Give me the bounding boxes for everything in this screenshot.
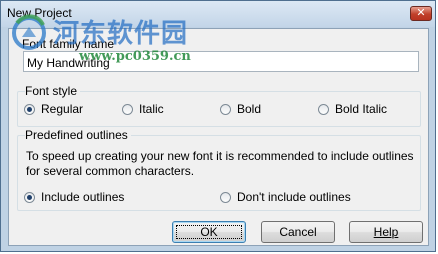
close-button[interactable]: ✕ bbox=[410, 6, 432, 21]
radio-bold-label: Bold bbox=[237, 102, 262, 116]
radio-italic[interactable]: Italic bbox=[122, 102, 164, 116]
ok-button[interactable]: OK bbox=[172, 221, 246, 243]
radio-regular-indicator[interactable] bbox=[24, 103, 35, 115]
cancel-button-label: Cancel bbox=[279, 225, 317, 239]
radio-bold[interactable]: Bold bbox=[220, 102, 261, 116]
ok-button-label: OK bbox=[200, 225, 218, 239]
cancel-button[interactable]: Cancel bbox=[261, 221, 335, 243]
dialog-body: Font family name Font style Regular Ital… bbox=[8, 28, 429, 246]
radio-include-outlines-label: Include outlines bbox=[41, 190, 125, 204]
font-family-label: Font family name bbox=[22, 37, 115, 51]
font-style-group: Font style Regular Italic Bold Bold Ital… bbox=[17, 84, 421, 127]
font-style-legend: Font style bbox=[25, 84, 81, 98]
radio-regular[interactable]: Regular bbox=[24, 102, 83, 116]
close-icon: ✕ bbox=[416, 6, 426, 19]
radio-bold-italic[interactable]: Bold Italic bbox=[318, 102, 387, 116]
predefined-outlines-legend: Predefined outlines bbox=[25, 128, 131, 142]
radio-bold-indicator[interactable] bbox=[220, 103, 231, 115]
radio-dont-include-outlines[interactable]: Don't include outlines bbox=[220, 190, 351, 204]
radio-include-outlines[interactable]: Include outlines bbox=[24, 190, 124, 204]
predefined-outlines-group: Predefined outlines To speed up creating… bbox=[17, 128, 421, 211]
radio-italic-label: Italic bbox=[139, 102, 164, 116]
help-button-label: Help bbox=[373, 225, 399, 239]
radio-dont-include-outlines-label: Don't include outlines bbox=[237, 190, 351, 204]
outlines-description: To speed up creating your new font it is… bbox=[26, 149, 414, 178]
window-title: New Project bbox=[7, 6, 72, 20]
font-family-input[interactable] bbox=[23, 51, 419, 72]
radio-bold-italic-label: Bold Italic bbox=[335, 102, 388, 116]
title-bar[interactable]: New Project ✕ bbox=[1, 1, 435, 27]
new-project-dialog: New Project ✕ Font family name Font styl… bbox=[0, 0, 436, 252]
radio-italic-indicator[interactable] bbox=[122, 103, 133, 115]
help-button[interactable]: Help bbox=[349, 221, 423, 243]
radio-include-outlines-indicator[interactable] bbox=[24, 191, 35, 203]
radio-bold-italic-indicator[interactable] bbox=[318, 103, 329, 115]
radio-dont-include-outlines-indicator[interactable] bbox=[220, 191, 231, 203]
radio-regular-label: Regular bbox=[41, 102, 84, 116]
